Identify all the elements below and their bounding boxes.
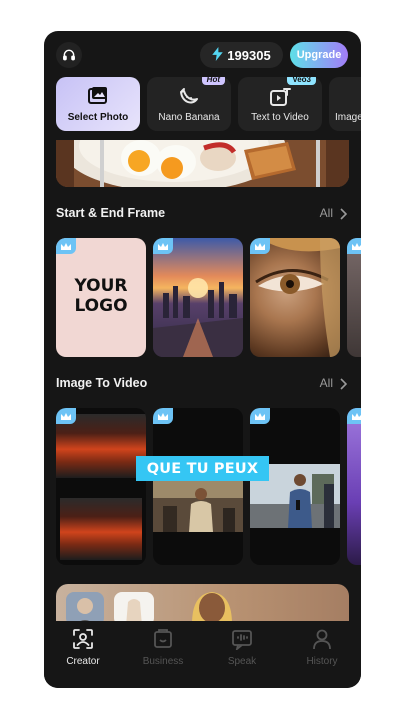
section-title: Start & End Frame [56,206,166,220]
logo-placeholder-text: YOUR LOGO [74,276,128,316]
video-caption-overlay: QUE TU PEUX [136,456,269,481]
tool-text-to-video[interactable]: Veo3 Text to Video [238,77,322,131]
tool-row: Select Photo Hot Nano Banana Veo3 Text t… [56,77,361,131]
crown-icon [56,238,76,254]
featured-banner-image[interactable] [56,140,349,187]
template-card-eye[interactable] [250,238,340,357]
tool-label: Image [335,112,361,123]
nav-business[interactable]: Business [133,627,193,667]
tool-label: Select Photo [67,112,129,123]
business-icon [133,627,193,651]
template-card-logo[interactable]: YOUR LOGO [56,238,146,357]
section-header-start-end: Start & End Frame All [56,204,349,224]
bottom-navigation: Creator Business Speak History [44,621,361,688]
credits-balance[interactable]: 199305 [200,42,283,68]
crown-icon [250,408,270,424]
photo-icon [56,86,140,108]
chevron-right-icon[interactable] [339,377,348,395]
promo-thumbnail [66,592,104,624]
chevron-right-icon[interactable] [339,207,348,225]
text-to-video-icon [238,86,322,108]
nav-label: Creator [66,656,100,667]
video-thumbnail [153,480,243,532]
crown-icon [250,238,270,254]
see-all-link[interactable]: All [320,206,333,220]
nav-history[interactable]: History [292,627,352,667]
section-title: Image To Video [56,376,148,390]
nav-speak[interactable]: Speak [212,627,272,667]
veo3-badge: Veo3 [287,77,316,85]
tool-select-photo[interactable]: Select Photo [56,77,140,131]
creator-icon [53,627,113,651]
video-card-partial[interactable] [347,408,361,565]
tool-label: Nano Banana [158,112,220,123]
banana-icon [147,86,231,108]
nav-label: History [306,656,338,667]
upgrade-button[interactable]: Upgrade [290,42,348,68]
headset-icon[interactable] [56,42,82,68]
video-card-reporter[interactable] [250,408,340,565]
crown-icon [347,408,361,424]
nav-label: Business [142,656,184,667]
tool-label: Text to Video [251,112,309,123]
speak-icon [212,627,272,651]
crown-icon [153,408,173,424]
bolt-icon [212,46,224,64]
video-card-street[interactable] [153,408,243,565]
hot-badge: Hot [201,77,225,85]
template-card-city[interactable] [153,238,243,357]
promo-portrait [192,592,232,624]
app-screen: 199305 Upgrade Select Photo Hot Nano Ban… [44,31,361,688]
template-card-partial[interactable] [347,238,361,357]
see-all-link[interactable]: All [320,376,333,390]
crown-icon [153,238,173,254]
section-header-image-to-video: Image To Video All [56,374,349,394]
crown-icon [56,408,76,424]
promo-banner[interactable] [56,584,349,624]
history-icon [292,627,352,651]
video-card-lava[interactable] [56,408,146,565]
crown-icon [347,238,361,254]
top-bar: 199305 Upgrade [44,31,361,77]
tool-nano-banana[interactable]: Hot Nano Banana [147,77,231,131]
image-icon [329,86,361,108]
tool-image[interactable]: Image [329,77,361,131]
credits-value: 199305 [227,47,271,63]
promo-thumbnail [114,592,154,624]
video-thumbnail-bottom [60,498,142,560]
nav-label: Speak [227,656,257,667]
nav-creator[interactable]: Creator [53,627,113,667]
